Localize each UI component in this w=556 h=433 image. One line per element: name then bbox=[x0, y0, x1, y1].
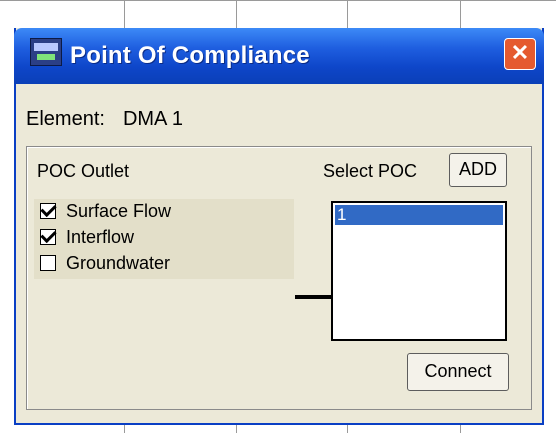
select-poc-label: Select POC bbox=[323, 161, 418, 181]
close-button[interactable]: ✕ bbox=[504, 38, 536, 70]
element-line: Element: DMA 1 bbox=[26, 108, 183, 131]
connect-button[interactable]: Connect bbox=[407, 353, 509, 391]
checkbox-label: Groundwater bbox=[66, 253, 171, 273]
poc-outlet-checklist: Surface Flow Interflow Groundwater bbox=[34, 199, 294, 279]
element-value: DMA 1 bbox=[122, 108, 183, 130]
checkbox-label: Surface Flow bbox=[66, 201, 172, 221]
grid-line bbox=[0, 0, 556, 1]
dialog-title: Point Of Compliance bbox=[70, 42, 310, 69]
poc-outlet-label: POC Outlet bbox=[37, 161, 130, 181]
element-label: Element: bbox=[26, 108, 105, 130]
connection-line bbox=[295, 295, 335, 299]
title-bar[interactable]: Point Of Compliance ✕ bbox=[14, 28, 544, 84]
application-icon bbox=[30, 38, 62, 66]
poc-group: POC Outlet Surface Flow Interflow Ground… bbox=[26, 146, 532, 410]
add-button[interactable]: ADD bbox=[449, 153, 507, 187]
checkbox-checked-icon[interactable] bbox=[40, 229, 56, 245]
checkbox-checked-icon[interactable] bbox=[40, 203, 56, 219]
checkbox-unchecked-icon[interactable] bbox=[40, 255, 56, 271]
checkbox-label: Interflow bbox=[66, 227, 135, 247]
poc-listbox[interactable]: 1 bbox=[331, 201, 507, 341]
point-of-compliance-dialog: Point Of Compliance ✕ Element: DMA 1 POC … bbox=[14, 28, 544, 425]
close-icon: ✕ bbox=[510, 40, 530, 65]
poc-list-item[interactable]: 1 bbox=[335, 205, 503, 225]
